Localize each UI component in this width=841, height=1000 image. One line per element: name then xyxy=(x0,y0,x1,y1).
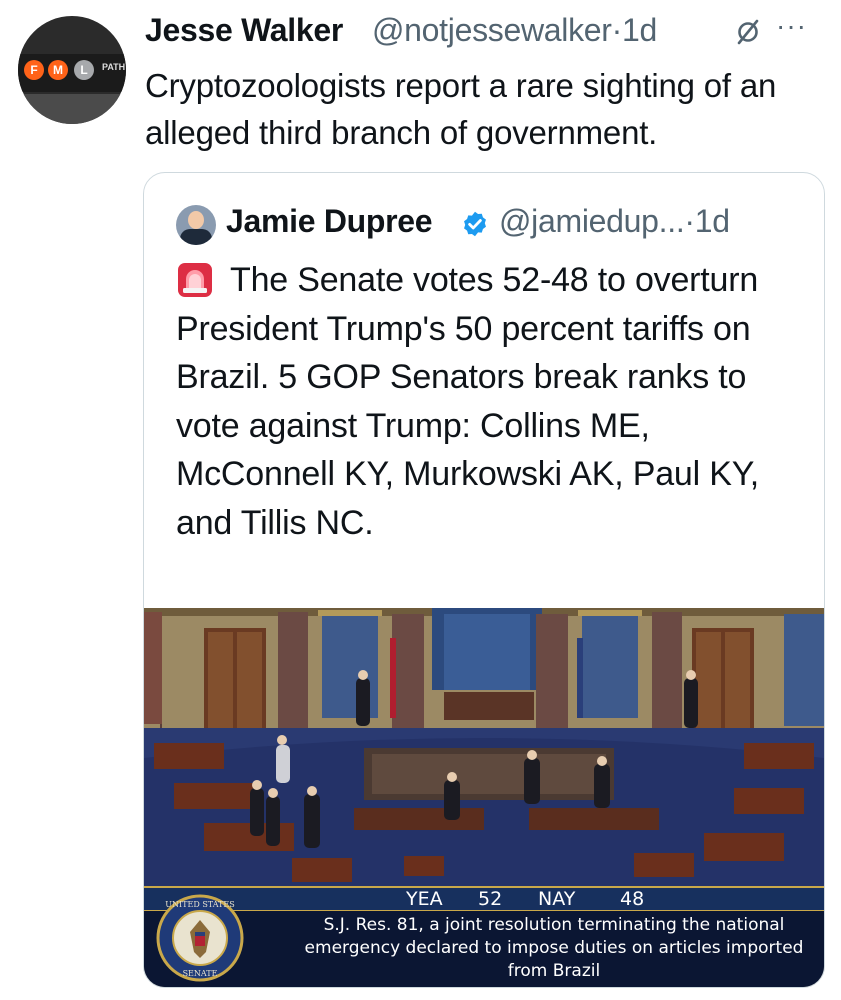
author-avatar[interactable]: F M L PATH xyxy=(18,16,126,124)
avatar-suit xyxy=(180,229,212,245)
quoted-author-handle[interactable]: @jamiedup... xyxy=(499,203,685,239)
subway-line-f-icon: F xyxy=(24,60,44,80)
avatar-face xyxy=(188,211,204,229)
yea-count: 52 xyxy=(478,888,503,910)
nay-count: 48 xyxy=(620,888,645,910)
quoted-author-avatar[interactable] xyxy=(176,205,216,245)
quoted-tweet-text: The Senate votes 52-48 to overturn Presi… xyxy=(176,256,806,547)
quoted-tweet-body: The Senate votes 52-48 to overturn Presi… xyxy=(176,261,760,542)
seal-lettering: UNITED STATES xyxy=(165,900,234,909)
author-handle-time[interactable]: @notjessewalker·1d xyxy=(372,12,657,49)
avatar-floor xyxy=(18,94,126,124)
seal-lettering-bottom: SENATE xyxy=(183,969,218,978)
chyron-caption: S.J. Res. 81, a joint resolution termina… xyxy=(304,915,804,981)
quoted-author-name[interactable]: Jamie Dupree xyxy=(226,203,433,240)
quoted-tweet-time[interactable]: 1d xyxy=(695,203,730,239)
quoted-time-separator: · xyxy=(684,203,695,239)
tweet-text: Cryptozoologists report a rare sighting … xyxy=(145,67,777,151)
time-separator: · xyxy=(611,12,623,48)
author-name[interactable]: Jesse Walker xyxy=(145,12,343,49)
vote-tally-bar: YEA 52 NAY 48 xyxy=(144,886,824,911)
quoted-handle-time[interactable]: @jamiedup...·1d xyxy=(499,203,730,240)
verified-badge-icon xyxy=(464,211,486,237)
subway-line-l-icon: L xyxy=(74,60,94,80)
senate-chamber-image[interactable]: YEA 52 NAY 48 UNITED STATES SENATE S.J. … xyxy=(144,608,824,987)
grok-icon[interactable] xyxy=(734,18,762,46)
yea-label: YEA xyxy=(406,888,443,910)
vote-chyron: YEA 52 NAY 48 UNITED STATES SENATE S.J. … xyxy=(144,886,824,987)
author-handle[interactable]: @notjessewalker xyxy=(372,12,612,48)
more-icon[interactable]: ··· xyxy=(776,12,807,40)
quoted-tweet[interactable]: Jamie Dupree @jamiedup...·1d The Senate … xyxy=(143,172,825,988)
tweet-time[interactable]: 1d xyxy=(622,12,657,48)
nay-label: NAY xyxy=(538,888,576,910)
path-label: PATH xyxy=(102,62,126,72)
senate-seal-icon: UNITED STATES SENATE xyxy=(156,894,244,982)
subway-line-m-icon: M xyxy=(48,60,68,80)
